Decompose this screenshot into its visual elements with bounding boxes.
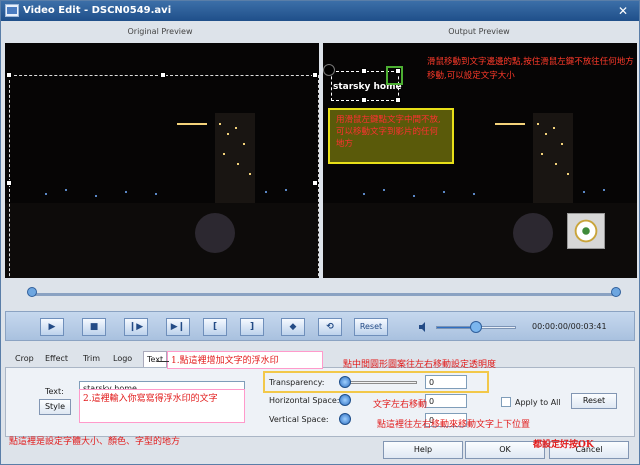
vertical-space-thumb[interactable] <box>339 413 351 425</box>
help-button[interactable]: Help <box>383 441 463 459</box>
timeline-slider[interactable] <box>19 287 621 298</box>
crop-selection-rect[interactable] <box>9 75 319 278</box>
playback-controls: ▶ ■ ❙▶ ▶❙ [ ] ◆ ⟲ Reset 00:00:00/00:03:4… <box>5 311 635 341</box>
highlight-marker <box>386 66 403 85</box>
annotation-tab-text: 1.點這裡增加文字的浮水印 <box>171 356 279 366</box>
time-display: 00:00:00/00:03:41 <box>532 322 607 331</box>
transparency-slider[interactable] <box>343 381 417 384</box>
transparency-value[interactable]: 0 <box>425 375 467 389</box>
close-button[interactable]: ✕ <box>615 3 631 19</box>
resize-handle[interactable] <box>6 180 12 186</box>
original-preview-label: Original Preview <box>127 27 193 36</box>
next-frame-button[interactable]: ❙▶ <box>124 318 148 336</box>
apply-to-all-checkbox[interactable] <box>501 397 511 407</box>
play-button[interactable]: ▶ <box>40 318 64 336</box>
mark-in-icon: [ <box>212 322 218 332</box>
volume-thumb[interactable] <box>470 321 482 333</box>
horizontal-space-thumb[interactable] <box>339 394 351 406</box>
tab-text[interactable]: Text <box>143 351 168 367</box>
timeline-start-handle[interactable] <box>27 287 37 297</box>
close-icon: ✕ <box>617 4 629 18</box>
output-preview-video[interactable]: starsky home 用滑鼠左鍵點文字中間不放,可以移動文字到影片的任何地方… <box>323 43 637 278</box>
volume-icon[interactable] <box>418 321 430 333</box>
tab-crop[interactable]: Crop <box>15 351 34 367</box>
transparency-thumb[interactable] <box>339 376 351 388</box>
reset-trim-button[interactable]: Reset <box>354 318 388 336</box>
play-icon: ▶ <box>48 322 56 332</box>
annotation-resize-text: 滑鼠移動到文字邊邊的點,按住滑鼠左鍵不放往任何地方移動,可以設定文字大小 <box>427 57 634 81</box>
resize-handle[interactable] <box>361 68 367 74</box>
resize-handle[interactable] <box>312 180 318 186</box>
snapshot-button[interactable]: ◆ <box>281 318 305 336</box>
timeline-track[interactable] <box>29 293 615 296</box>
mark-out-button[interactable]: ] <box>240 318 264 336</box>
stop-button[interactable]: ■ <box>82 318 106 336</box>
resize-handle[interactable] <box>312 72 318 78</box>
vertical-space-label: Vertical Space: <box>269 415 329 424</box>
annotation-transparency-text: 點中間圓形圖案往左右移動設定透明度 <box>343 360 497 370</box>
title-bar: Video Edit - DSCN0549.avi ✕ <box>1 1 639 21</box>
annotation-input-text: 2.這裡輸入你寫寫得浮水印的文字 <box>83 394 218 404</box>
tab-logo[interactable]: Logo <box>113 351 132 367</box>
mark-out-icon: ] <box>249 322 255 332</box>
annotation-arrow <box>157 361 169 362</box>
snapshot-icon: ◆ <box>289 322 297 332</box>
volume-fill <box>437 327 473 328</box>
rotate-icon: ⟲ <box>326 322 334 332</box>
annotation-horizontal-text: 文字左右移動 <box>373 400 428 410</box>
resize-handle[interactable] <box>160 72 166 78</box>
reset-text-button[interactable]: Reset <box>571 393 617 409</box>
annotation-move-text: 用滑鼠左鍵點文字中間不放,可以移動文字到影片的任何地方 <box>328 108 454 164</box>
video-edit-window: Video Edit - DSCN0549.avi ✕ Original Pre… <box>0 0 640 465</box>
window-title: Video Edit - DSCN0549.avi <box>23 5 172 16</box>
style-button[interactable]: Style <box>39 399 71 415</box>
apply-to-all-label: Apply to All <box>515 398 561 407</box>
logo-watermark-icon <box>567 213 605 249</box>
annotation-vertical-text: 點這裡往左右移動來移動文字上下位置 <box>377 420 531 430</box>
stop-icon: ■ <box>89 322 99 332</box>
watermark-anchor-handle[interactable] <box>323 64 335 76</box>
end-icon: ▶❙ <box>170 322 186 332</box>
annotation-done-text: 都設定好按OK <box>533 440 594 450</box>
app-icon <box>5 4 19 17</box>
annotation-style-text: 點這裡是設定字體大小、顏色、字型的地方 <box>9 437 181 447</box>
horizontal-space-value[interactable]: 0 <box>425 394 467 408</box>
resize-handle[interactable] <box>395 97 401 103</box>
text-label: Text: <box>45 387 64 396</box>
output-preview-label: Output Preview <box>448 27 510 36</box>
end-button[interactable]: ▶❙ <box>166 318 190 336</box>
horizontal-space-label: Horizontal Space: <box>269 396 340 405</box>
timeline-end-handle[interactable] <box>611 287 621 297</box>
next-frame-icon: ❙▶ <box>128 322 144 332</box>
tab-trim[interactable]: Trim <box>83 351 100 367</box>
tab-effect[interactable]: Effect <box>45 351 68 367</box>
original-preview-video[interactable] <box>5 43 319 278</box>
mark-in-button[interactable]: [ <box>203 318 227 336</box>
transparency-label: Transparency: <box>269 378 325 387</box>
resize-handle[interactable] <box>6 72 12 78</box>
resize-handle[interactable] <box>361 97 367 103</box>
rotate-button[interactable]: ⟲ <box>318 318 342 336</box>
